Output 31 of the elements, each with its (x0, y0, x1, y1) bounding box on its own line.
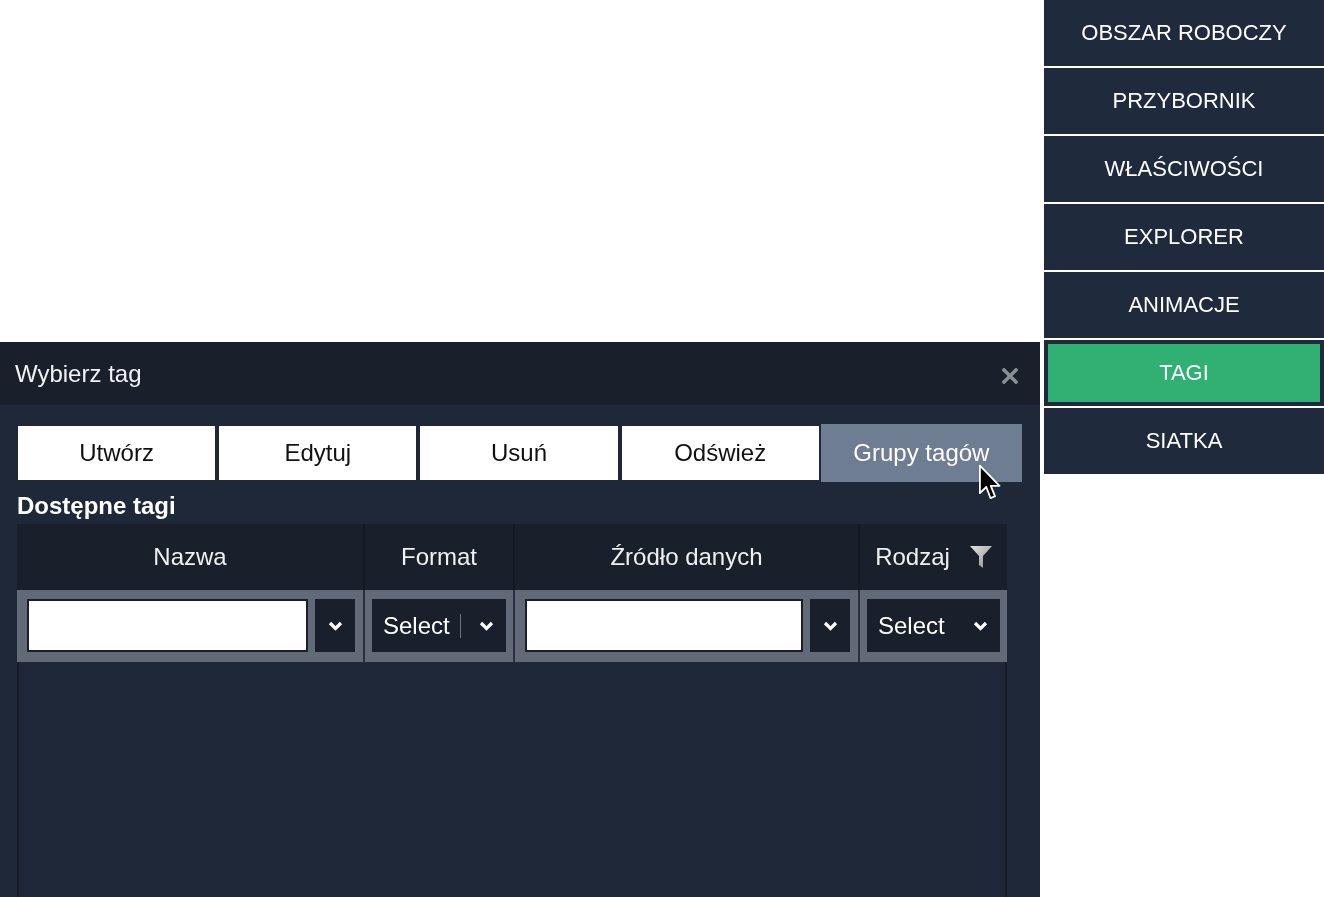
input-field[interactable] (525, 599, 803, 652)
close-button[interactable] (1002, 367, 1018, 384)
column-header: Źródło danych (610, 543, 763, 571)
dialog-title: Wybierz tag (15, 359, 142, 388)
toolbar-button[interactable]: Usuń (420, 426, 618, 480)
column-header: Nazwa (153, 543, 227, 571)
dropdown-button[interactable] (315, 599, 355, 652)
chevron-down-icon (327, 620, 343, 631)
section-title: Dostępne tagi (17, 492, 176, 520)
dropdown-button[interactable] (810, 599, 850, 652)
toolbar-button[interactable]: Grupy tagów (822, 426, 1020, 480)
toolbar-button[interactable]: Utwórz (18, 426, 216, 480)
mouse-pointer-icon (978, 464, 1002, 501)
sidebar-tab[interactable]: WŁAŚCIWOŚCI (1044, 136, 1324, 202)
filter-icon[interactable] (969, 546, 992, 568)
chevron-down-icon (479, 620, 494, 631)
chevron-down-icon (973, 620, 988, 631)
close-icon (1002, 367, 1018, 384)
toolbar-button[interactable]: Odśwież (621, 426, 819, 480)
select-field[interactable]: Select (867, 599, 1000, 652)
sidebar-tab[interactable]: SIATKA (1044, 408, 1324, 474)
column-header: Format (401, 543, 477, 571)
input-field[interactable] (27, 599, 308, 652)
chevron-down-icon (822, 620, 838, 631)
toolbar-button[interactable]: Edytuj (219, 426, 417, 480)
sidebar-tab[interactable]: PRZYBORNIK (1044, 68, 1324, 134)
sidebar-tab[interactable]: ANIMACJE (1044, 272, 1324, 338)
select-field[interactable]: Select (372, 599, 506, 652)
sidebar-tab[interactable]: OBSZAR ROBOCZY (1044, 0, 1324, 66)
sidebar-tab[interactable]: EXPLORER (1044, 204, 1324, 270)
column-header: Rodzaj (875, 543, 950, 571)
